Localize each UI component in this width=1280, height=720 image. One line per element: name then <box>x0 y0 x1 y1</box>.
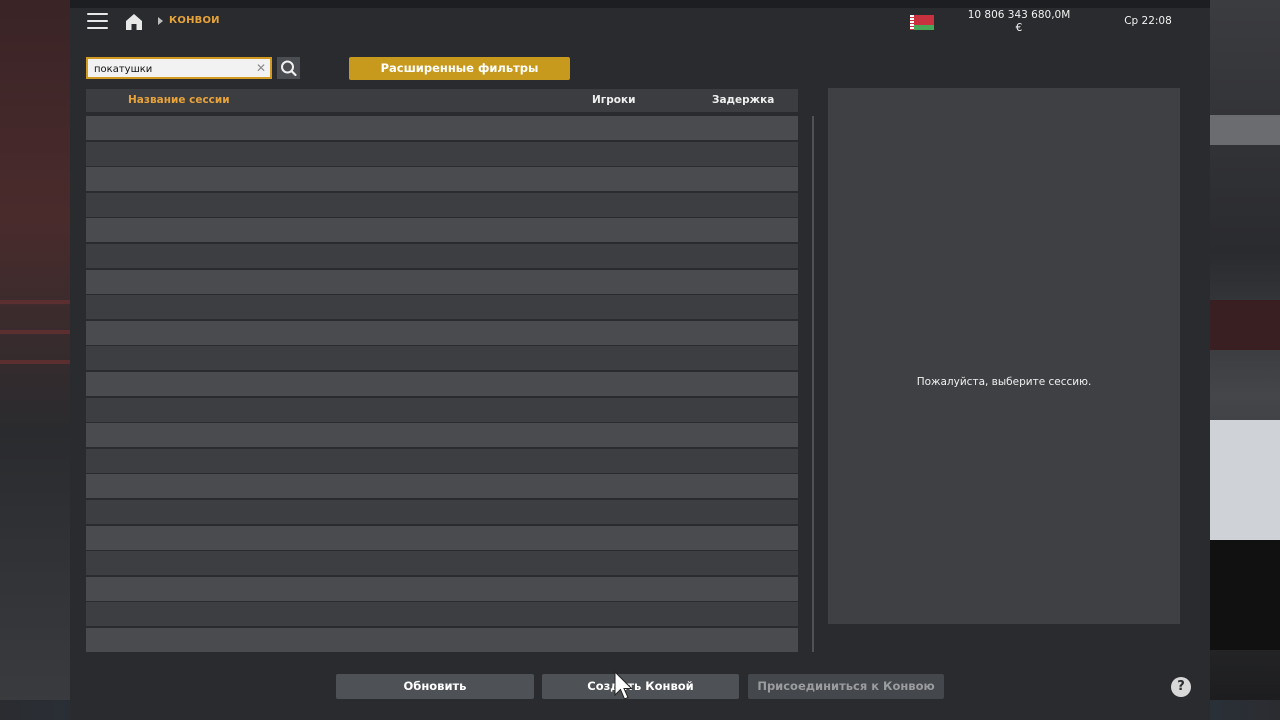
session-details-panel: Пожалуйста, выберите сессию. <box>828 88 1180 624</box>
table-row <box>86 116 798 140</box>
search-icon <box>281 60 297 77</box>
breadcrumb-arrow-icon <box>158 17 163 25</box>
mouse-cursor-icon <box>614 671 633 700</box>
column-session-name[interactable]: Название сессии <box>128 94 230 106</box>
table-row <box>86 500 798 524</box>
search-field[interactable]: ✕ <box>86 57 272 79</box>
table-row <box>86 628 798 652</box>
table-row <box>86 474 798 498</box>
table-row <box>86 346 798 370</box>
table-row <box>86 321 798 345</box>
details-empty-message: Пожалуйста, выберите сессию. <box>916 376 1092 388</box>
search-input[interactable] <box>94 61 244 77</box>
table-row <box>86 372 798 396</box>
money-currency: € <box>1015 22 1023 34</box>
background-right <box>1210 0 1280 720</box>
home-icon[interactable] <box>124 12 144 32</box>
table-row <box>86 142 798 166</box>
column-players[interactable]: Игроки <box>592 94 636 106</box>
search-button[interactable] <box>277 57 300 79</box>
hamburger-menu-icon[interactable] <box>87 13 108 31</box>
money-amount: 10 806 343 680,0M <box>967 9 1071 21</box>
table-row <box>86 526 798 550</box>
background-left <box>0 0 70 720</box>
advanced-filters-button[interactable]: Расширенные фильтры <box>349 57 570 80</box>
session-list-scrollbar[interactable] <box>812 116 814 652</box>
table-row <box>86 577 798 601</box>
table-row <box>86 602 798 626</box>
table-row <box>86 398 798 422</box>
table-row <box>86 244 798 268</box>
table-row <box>86 449 798 473</box>
table-row <box>86 218 798 242</box>
table-row <box>86 193 798 217</box>
breadcrumb-current: КОНВОИ <box>169 15 220 26</box>
help-icon[interactable]: ? <box>1171 677 1191 697</box>
table-row <box>86 295 798 319</box>
session-table-header: Название сессии Игроки Задержка <box>86 89 798 112</box>
belarus-flag-icon <box>910 15 934 30</box>
join-convoy-button[interactable]: Присоединиться к Конвою <box>748 674 944 699</box>
money-balance: 10 806 343 680,0M € <box>960 9 1078 35</box>
table-row <box>86 270 798 294</box>
table-row <box>86 167 798 191</box>
refresh-button[interactable]: Обновить <box>336 674 534 699</box>
create-convoy-button[interactable]: Создать Конвой <box>542 674 739 699</box>
table-row <box>86 551 798 575</box>
clear-icon[interactable]: ✕ <box>254 61 268 75</box>
column-latency[interactable]: Задержка <box>712 94 774 106</box>
table-row <box>86 423 798 447</box>
game-clock: Ср 22:08 <box>1124 15 1172 27</box>
